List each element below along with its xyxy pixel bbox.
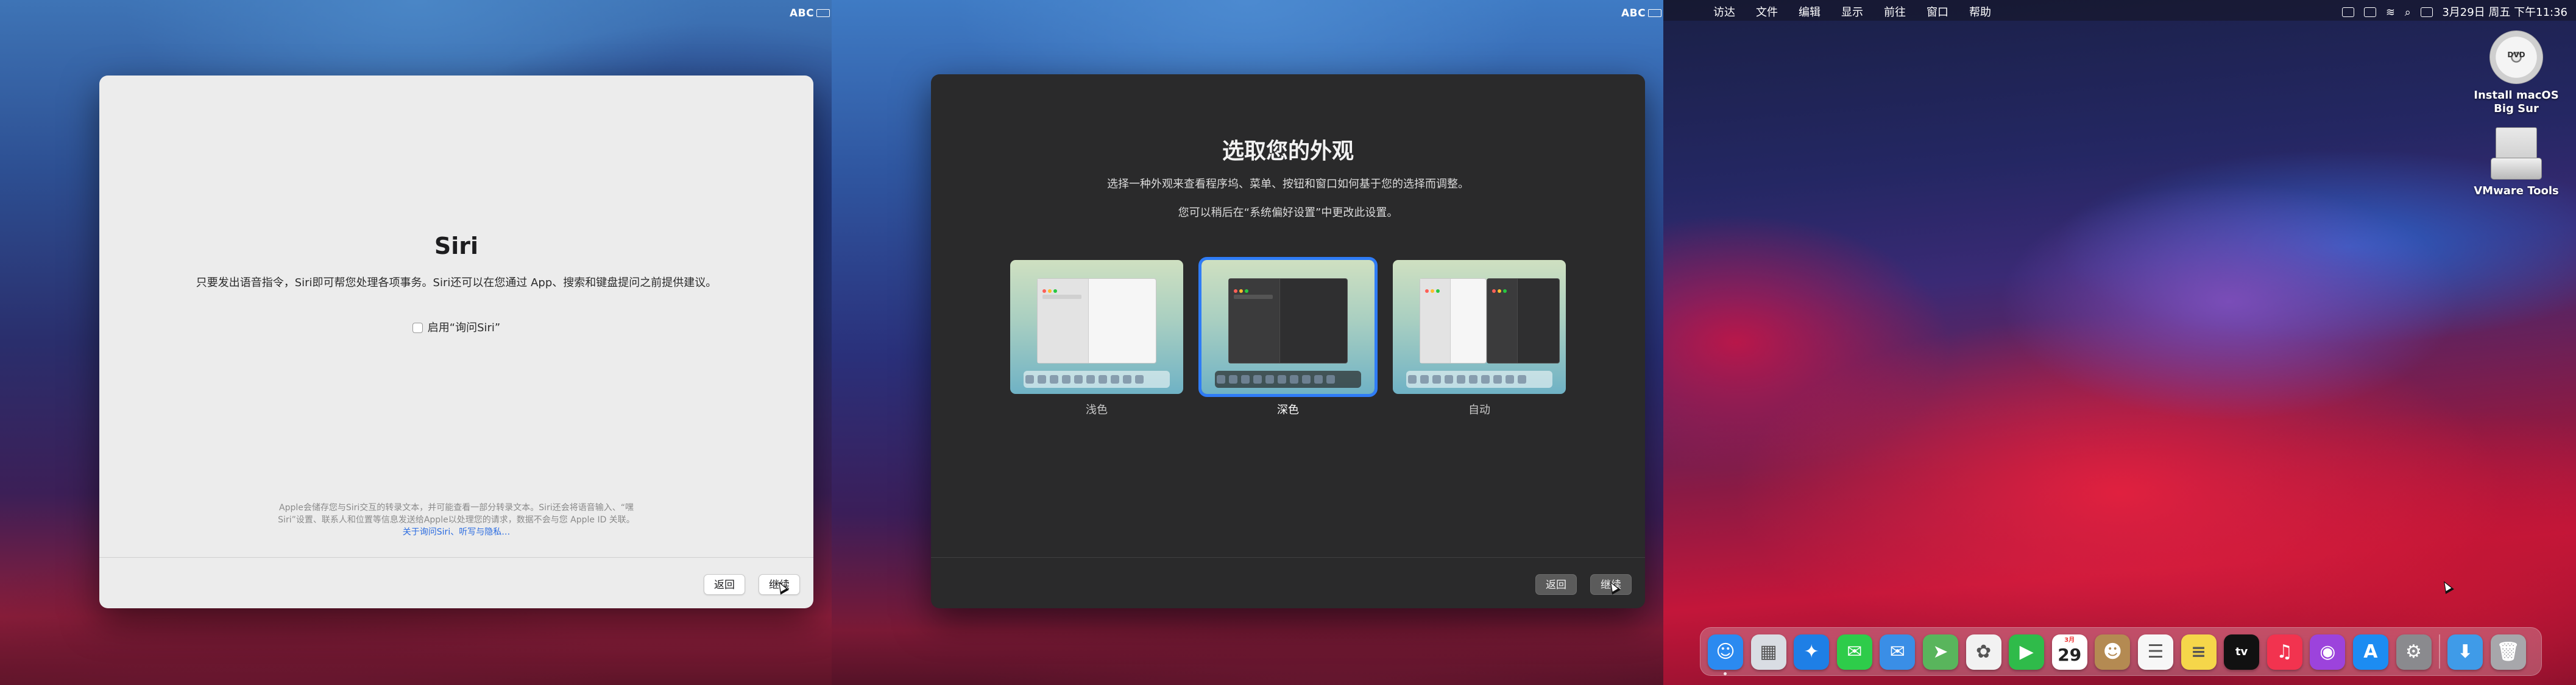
desktop-item-install-macos[interactable]: DVD Install macOS Big Sur	[2471, 30, 2562, 116]
siri-window: Siri 只要发出语音指令，Siri即可帮您处理各项事务。Siri还可以在您通过…	[99, 76, 813, 608]
menu-view[interactable]: 显示	[1841, 4, 1863, 19]
desktop-screen: 访达 文件 编辑 显示 前往 窗口 帮助 ≋ ⌕ 3月29日 周五 下午11:3…	[1663, 0, 2576, 685]
dock: ☺ ▦ ✦ ✉ ✉ ➤ ✿ ▶ 3月 29 ☻ ☰ ≡ tv ♫ ◉ A ⚙ ⬇ 🗑	[1700, 627, 2542, 676]
back-button[interactable]: 返回	[1535, 574, 1577, 595]
drive-icon	[2491, 125, 2542, 180]
menu-help[interactable]: 帮助	[1969, 4, 1991, 19]
option-label-auto: 自动	[1468, 404, 1490, 416]
spotlight-search-icon[interactable]: ⌕	[2405, 6, 2411, 19]
status-area: ≋ ⌕ 3月29日 周五 下午11:36	[2336, 4, 2576, 19]
dock-app-store-icon[interactable]: A	[2352, 634, 2388, 670]
dock-mail-icon[interactable]: ✉	[1880, 634, 1916, 670]
menu-finder[interactable]: 访达	[1713, 4, 1735, 19]
dock-reminders-icon[interactable]: ☰	[2137, 634, 2173, 670]
menu-window[interactable]: 窗口	[1927, 4, 1948, 19]
desktop-item-label: VMware Tools	[2474, 184, 2559, 197]
menu-file[interactable]: 文件	[1756, 4, 1778, 19]
siri-setup-screen: ABC Siri 只要发出语音指令，Siri即可帮您处理各项事务。Siri还可以…	[0, 0, 832, 685]
dock-maps-icon[interactable]: ➤	[1922, 634, 1958, 670]
calendar-day: 29	[2058, 645, 2082, 665]
dock-facetime-icon[interactable]: ▶	[2009, 634, 2045, 670]
light-window-preview	[1037, 278, 1156, 364]
dock-safari-icon[interactable]: ✦	[1794, 634, 1830, 670]
dock-notes-icon[interactable]: ≡	[2181, 634, 2217, 670]
appearance-window: 选取您的外观 选择一种外观来查看程序坞、菜单、按钮和窗口如何基于您的选择而调整。…	[931, 74, 1645, 608]
keyboard-icon	[816, 9, 830, 17]
appearance-setup-screen: ABC 选取您的外观 选择一种外观来查看程序坞、菜单、按钮和窗口如何基于您的选择…	[832, 0, 1663, 685]
input-source-indicator[interactable]: ABC	[790, 7, 830, 19]
appearance-subtitle: 选择一种外观来查看程序坞、菜单、按钮和窗口如何基于您的选择而调整。	[1107, 178, 1469, 191]
keyboard-icon	[1648, 9, 1662, 17]
dock-apple-tv-icon[interactable]: tv	[2224, 634, 2260, 670]
control-center-icon[interactable]	[2420, 7, 2433, 17]
menu-go[interactable]: 前往	[1884, 4, 1906, 19]
dock-separator	[2439, 634, 2441, 669]
wifi-icon[interactable]: ≋	[2386, 6, 2395, 19]
option-label-light: 浅色	[1086, 404, 1108, 416]
dock-finder-icon[interactable]: ☺	[1708, 634, 1743, 675]
dock-trash-icon[interactable]: 🗑	[2490, 634, 2526, 670]
privacy-note-line-1: Apple会储存您与Siri交互的转录文本，并可能查看一部分转录文本。Siri还…	[279, 503, 634, 513]
privacy-note-line-2: Siri”设置、联系人和位置等信息发送给Apple以处理您的请求，数据不会与您 …	[278, 515, 635, 525]
input-menu-icon[interactable]	[2342, 7, 2355, 17]
calendar-month: 3月	[2064, 637, 2075, 644]
dock-system-preferences-icon[interactable]: ⚙	[2396, 634, 2432, 670]
dock-music-icon[interactable]: ♫	[2266, 634, 2302, 670]
page-title: 选取您的外观	[1222, 139, 1354, 164]
privacy-link[interactable]: 关于询问Siri、听写与隐私…	[233, 526, 679, 538]
window-footer: 返回 继续	[931, 557, 1645, 608]
auto-dark-preview	[1487, 278, 1560, 364]
menu-edit[interactable]: 编辑	[1799, 4, 1821, 19]
page-title: Siri	[434, 233, 479, 259]
appearance-option-light[interactable]	[1010, 260, 1183, 394]
privacy-note: Apple会储存您与Siri交互的转录文本，并可能查看一部分转录文本。Siri还…	[233, 502, 679, 538]
dock-messages-icon[interactable]: ✉	[1836, 634, 1872, 670]
dock-photos-icon[interactable]: ✿	[1966, 634, 2001, 670]
big-sur-wallpaper	[1663, 0, 2576, 685]
dock-podcasts-icon[interactable]: ◉	[2310, 634, 2346, 670]
desktop-item-vmware-tools[interactable]: VMware Tools	[2471, 125, 2562, 198]
input-source-indicator[interactable]: ABC	[1621, 7, 1662, 19]
enable-siri-checkbox[interactable]	[412, 323, 423, 333]
dock-calendar-icon[interactable]: 3月 29	[2051, 634, 2087, 670]
dock-contacts-icon[interactable]: ☻	[2095, 634, 2131, 670]
enable-siri-checkbox-row[interactable]: 启用“询问Siri”	[99, 319, 813, 335]
running-indicator	[1724, 672, 1727, 675]
option-label-dark: 深色	[1277, 404, 1299, 416]
dark-window-preview	[1228, 278, 1348, 364]
dock-downloads-icon[interactable]: ⬇	[2447, 634, 2483, 670]
back-button[interactable]: 返回	[704, 574, 745, 595]
checkbox-label: 启用“询问Siri”	[427, 321, 501, 334]
dock-launchpad-icon[interactable]: ▦	[1750, 634, 1786, 670]
screen-mirroring-icon[interactable]	[2364, 7, 2377, 17]
menu-bar: 访达 文件 编辑 显示 前往 窗口 帮助 ≋ ⌕ 3月29日 周五 下午11:3…	[1663, 0, 2576, 21]
appearance-option-dark[interactable]	[1198, 257, 1378, 397]
dvd-icon: DVD	[2489, 30, 2543, 84]
siri-description: 只要发出语音指令，Siri即可帮您处理各项事务。Siri还可以在您通过 App、…	[196, 276, 717, 289]
auto-light-preview	[1420, 278, 1487, 364]
menu-clock[interactable]: 3月29日 周五 下午11:36	[2442, 6, 2567, 19]
dock-icons: ☺ ▦ ✦ ✉ ✉ ➤ ✿ ▶ 3月 29 ☻ ☰ ≡ tv ♫ ◉ A ⚙ ⬇ 🗑	[1708, 634, 2533, 675]
desktop-item-label: Install macOS Big Sur	[2474, 89, 2559, 115]
window-footer: 返回 继续	[99, 557, 813, 608]
appearance-subtitle-2: 您可以稍后在“系统偏好设置”中更改此设置。	[1178, 206, 1398, 219]
appearance-option-auto[interactable]	[1393, 260, 1566, 394]
